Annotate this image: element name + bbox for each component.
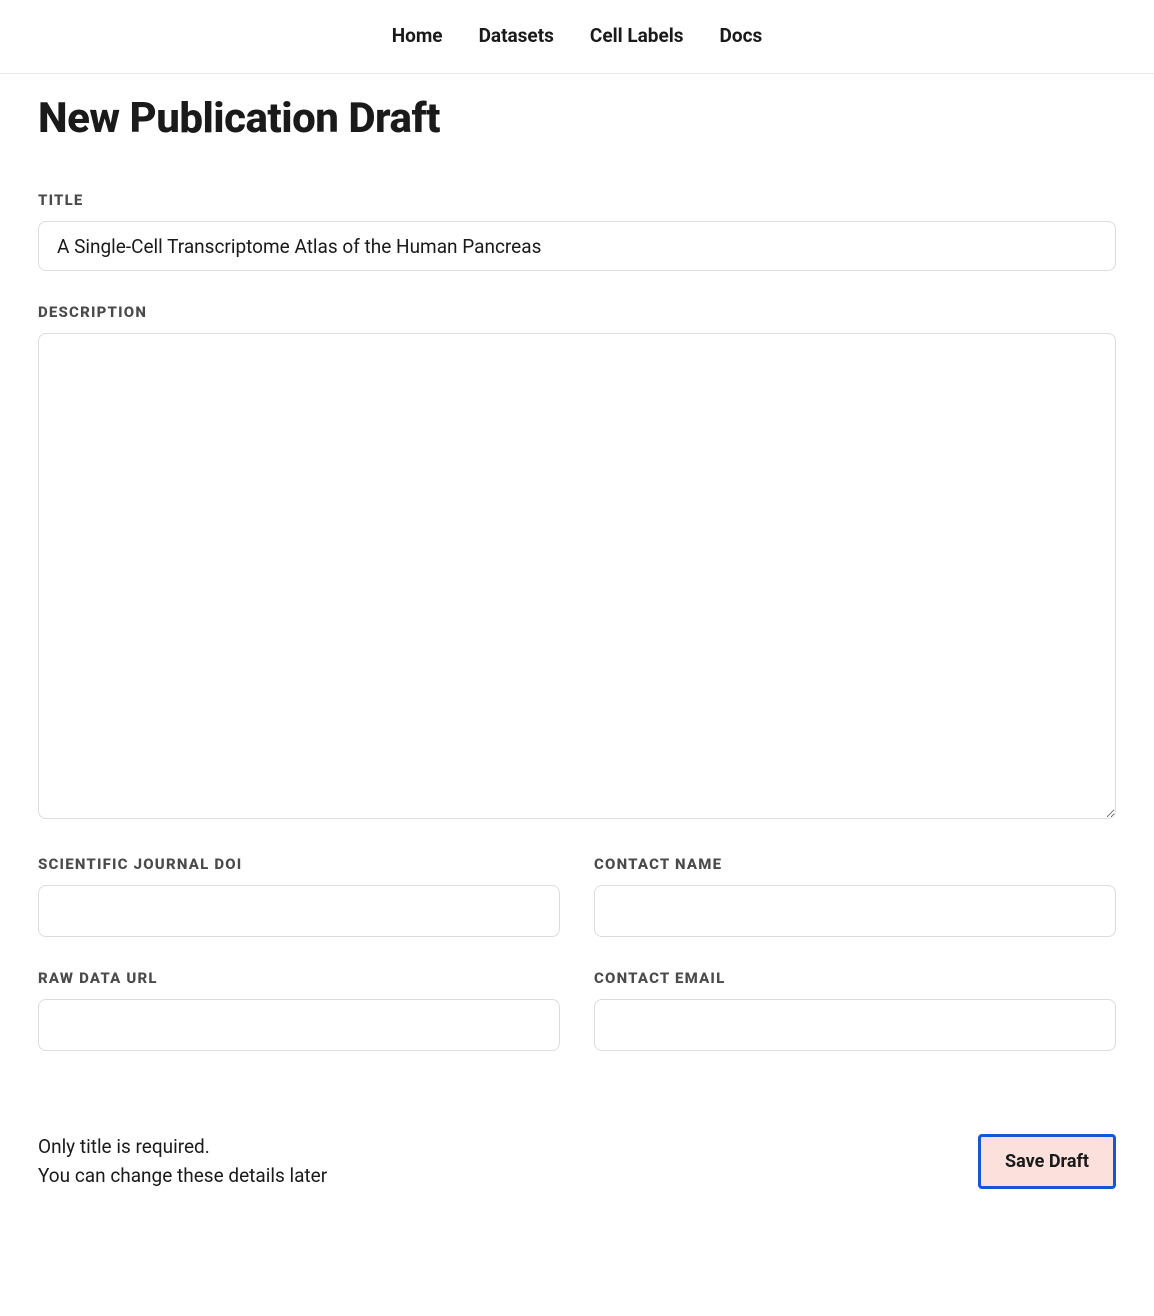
- row-url-contact-email: RAW DATA URL CONTACT EMAIL: [38, 969, 1116, 1083]
- raw-data-url-input[interactable]: [38, 999, 560, 1051]
- raw-data-url-field: RAW DATA URL: [38, 969, 560, 1051]
- nav-home[interactable]: Home: [392, 24, 443, 47]
- main-container: New Publication Draft TITLE DESCRIPTION …: [0, 74, 1154, 1083]
- raw-data-url-label: RAW DATA URL: [38, 969, 560, 987]
- footer-bar: Only title is required. You can change t…: [0, 1107, 1154, 1220]
- footer-line1: Only title is required.: [38, 1133, 327, 1162]
- title-input[interactable]: [38, 221, 1116, 271]
- description-label: DESCRIPTION: [38, 303, 1116, 321]
- contact-name-input[interactable]: [594, 885, 1116, 937]
- nav-datasets[interactable]: Datasets: [479, 24, 554, 47]
- save-draft-button[interactable]: Save Draft: [978, 1134, 1116, 1189]
- contact-email-label: CONTACT EMAIL: [594, 969, 1116, 987]
- doi-input[interactable]: [38, 885, 560, 937]
- row-doi-contact-name: SCIENTIFIC JOURNAL DOI CONTACT NAME: [38, 855, 1116, 969]
- title-field: TITLE: [38, 191, 1116, 271]
- doi-label: SCIENTIFIC JOURNAL DOI: [38, 855, 560, 873]
- title-label: TITLE: [38, 191, 1116, 209]
- description-field: DESCRIPTION: [38, 303, 1116, 823]
- nav-cell-labels[interactable]: Cell Labels: [590, 24, 684, 47]
- top-nav: Home Datasets Cell Labels Docs: [0, 0, 1154, 74]
- contact-email-field: CONTACT EMAIL: [594, 969, 1116, 1051]
- nav-docs[interactable]: Docs: [720, 24, 763, 47]
- contact-name-label: CONTACT NAME: [594, 855, 1116, 873]
- contact-name-field: CONTACT NAME: [594, 855, 1116, 937]
- doi-field: SCIENTIFIC JOURNAL DOI: [38, 855, 560, 937]
- footer-text: Only title is required. You can change t…: [38, 1133, 327, 1190]
- page-title: New Publication Draft: [38, 94, 1116, 143]
- footer-line2: You can change these details later: [38, 1162, 327, 1191]
- description-textarea[interactable]: [38, 333, 1116, 819]
- contact-email-input[interactable]: [594, 999, 1116, 1051]
